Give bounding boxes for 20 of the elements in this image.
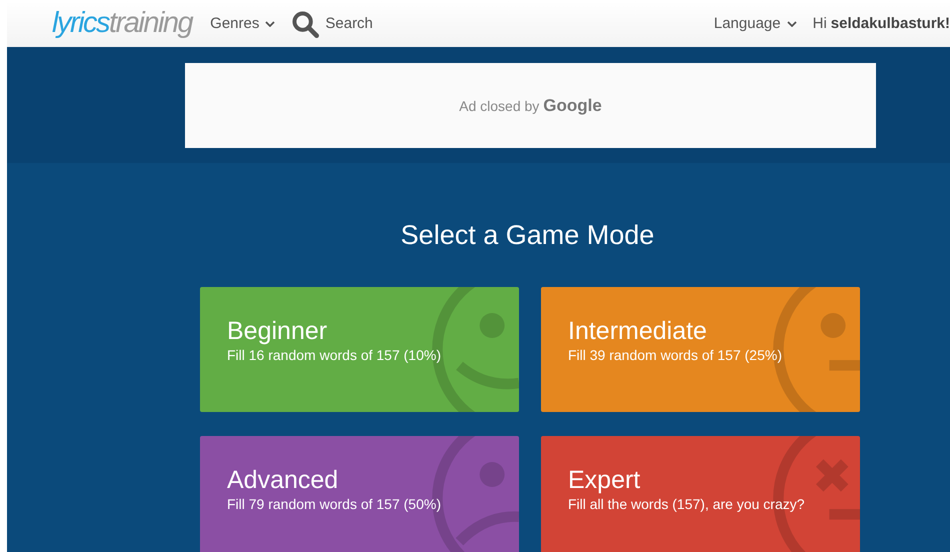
genres-menu[interactable]: Genres (210, 15, 276, 32)
language-menu[interactable]: Language (714, 15, 797, 32)
caret-icon (265, 20, 276, 26)
ad-closed-text: Ad closed by (459, 98, 540, 114)
ad-brand-text: Google (543, 96, 602, 116)
search-icon (291, 10, 320, 38)
caret-icon (786, 20, 797, 26)
mode-description: Fill 16 random words of 157 (10%) (227, 347, 442, 363)
game-mode-card[interactable]: Advanced Fill 79 random words of 157 (50%) (200, 436, 519, 552)
mode-description: Fill all the words (157), are you crazy? (568, 496, 806, 512)
mode-name: Advanced (227, 466, 340, 495)
mode-description: Fill 39 random words of 157 (25%) (568, 347, 783, 363)
user-greeting[interactable]: Hi seldakulbasturk! (812, 15, 950, 32)
mode-name: Beginner (227, 317, 328, 346)
mode-name: Expert (568, 466, 642, 495)
game-mode-card[interactable]: Expert Fill all the words (157), are you crazy? (541, 436, 860, 552)
section-title: Select a Game Mode (400, 220, 656, 251)
mode-name: Intermediate (568, 317, 708, 346)
search-link[interactable]: Search (291, 10, 373, 38)
mode-description: Fill 79 random words of 157 (50%) (227, 496, 442, 512)
